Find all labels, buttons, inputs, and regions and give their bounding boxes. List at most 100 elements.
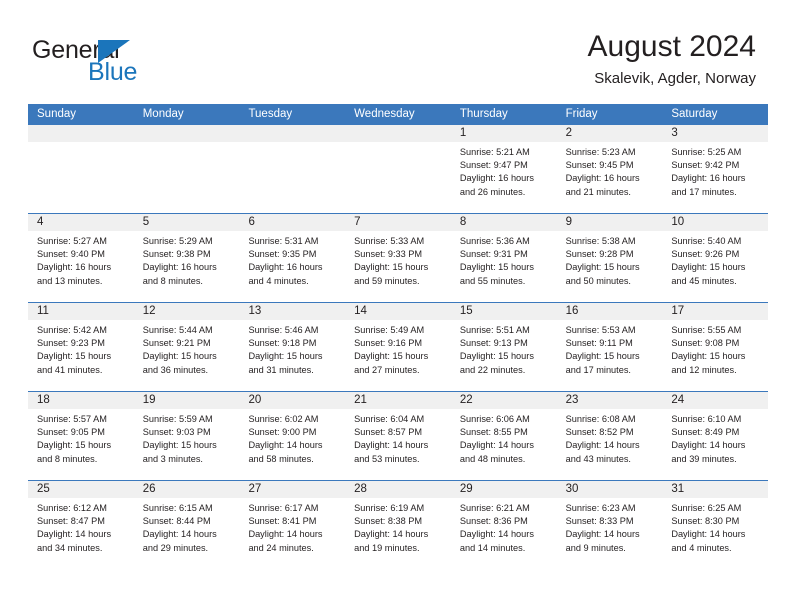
day-detail-line: Daylight: 16 hours (37, 262, 112, 273)
day-number[interactable]: 16 (557, 303, 663, 320)
day-number-band: 123 (28, 125, 768, 142)
day-number[interactable]: 14 (345, 303, 451, 320)
day-detail-line: Sunrise: 6:23 AM (565, 503, 636, 513)
day-cell[interactable]: Sunrise: 6:10 AM Sunset: 8:49 PM Daylight:… (662, 409, 768, 480)
day-number[interactable]: 4 (28, 214, 134, 231)
day-number[interactable]: 1 (451, 125, 557, 142)
day-cell[interactable]: Sunrise: 5:53 AM Sunset: 9:11 PM Daylight:… (557, 320, 663, 391)
day-number[interactable]: 9 (557, 214, 663, 231)
day-detail-line: and 4 minutes. (671, 542, 732, 553)
day-number[interactable]: 11 (28, 303, 134, 320)
day-detail-line: Sunset: 8:55 PM (459, 427, 528, 438)
day-detail-line: and 48 minutes. (459, 453, 526, 464)
day-cell[interactable]: Sunrise: 5:36 AM Sunset: 9:31 PM Daylight:… (451, 231, 557, 302)
day-detail-line: Sunrise: 5:31 AM (248, 236, 319, 246)
day-number[interactable]: 29 (451, 481, 557, 498)
day-detail-line: Sunrise: 5:53 AM (565, 325, 636, 335)
day-cell[interactable]: Sunrise: 5:29 AM Sunset: 9:38 PM Daylight:… (134, 231, 240, 302)
day-number[interactable]: 13 (239, 303, 345, 320)
day-number[interactable]: 15 (451, 303, 557, 320)
day-detail-line: Daylight: 16 hours (142, 262, 217, 273)
day-cell[interactable]: Sunrise: 6:19 AM Sunset: 8:38 PM Daylight:… (345, 498, 451, 569)
day-cell[interactable]: Sunrise: 6:12 AM Sunset: 8:47 PM Daylight:… (28, 498, 134, 569)
day-cell[interactable]: Sunrise: 5:42 AM Sunset: 9:23 PM Daylight:… (28, 320, 134, 391)
day-number[interactable]: 5 (134, 214, 240, 231)
day-number[interactable]: 23 (557, 392, 663, 409)
day-number[interactable]: 26 (134, 481, 240, 498)
day-cell[interactable]: Sunrise: 5:44 AM Sunset: 9:21 PM Daylight:… (134, 320, 240, 391)
day-detail-line: Sunrise: 5:25 AM (671, 147, 742, 157)
day-number[interactable]: 10 (662, 214, 768, 231)
day-number[interactable]: 24 (662, 392, 768, 409)
day-number[interactable]: 22 (451, 392, 557, 409)
weekday-header-cell: Wednesday (354, 108, 415, 120)
general-blue-logo[interactable]: General Blue (32, 36, 182, 88)
day-number[interactable]: 20 (239, 392, 345, 409)
day-number-band: 11 12 13 14 15 16 17 (28, 303, 768, 320)
day-detail-line: Sunrise: 5:57 AM (37, 414, 107, 424)
day-detail-line: and 27 minutes. (354, 364, 420, 375)
day-number[interactable]: 8 (451, 214, 557, 231)
day-number[interactable]: 21 (345, 392, 451, 409)
day-cell[interactable]: Sunrise: 6:21 AM Sunset: 8:36 PM Daylight:… (451, 498, 557, 569)
day-detail-line: Daylight: 14 hours (671, 440, 746, 451)
day-number[interactable]: 19 (134, 392, 240, 409)
day-detail-line: Sunset: 9:21 PM (142, 338, 211, 349)
day-number-band: 25 26 27 28 29 30 31 (28, 481, 768, 498)
day-cell[interactable]: Sunrise: 5:57 AM Sunset: 9:05 PM Daylight:… (28, 409, 134, 480)
day-cell[interactable]: Sunrise: 5:38 AM Sunset: 9:28 PM Daylight:… (557, 231, 663, 302)
day-detail-line: Sunrise: 5:59 AM (142, 414, 213, 424)
day-cell[interactable]: Sunrise: 5:31 AM Sunset: 9:35 PM Daylight:… (239, 231, 345, 302)
day-detail-line: Sunset: 9:11 PM (565, 338, 633, 349)
day-cell[interactable]: Sunrise: 6:17 AM Sunset: 8:41 PM Daylight:… (239, 498, 345, 569)
day-number[interactable]: 3 (662, 125, 768, 142)
day-detail-line: Sunrise: 5:40 AM (671, 236, 742, 246)
weekday-header-cell: Sunday (37, 108, 77, 120)
day-cell[interactable]: Sunrise: 6:06 AM Sunset: 8:55 PM Daylight:… (451, 409, 557, 480)
day-detail-line: Sunrise: 6:25 AM (671, 503, 742, 513)
day-detail-line: Daylight: 15 hours (671, 351, 746, 362)
title-block: August 2024 Skalevik, Agder, Norway (588, 28, 756, 90)
day-number[interactable]: 2 (557, 125, 663, 142)
day-detail-line: Daylight: 14 hours (142, 529, 217, 540)
day-number[interactable]: 7 (345, 214, 451, 231)
day-detail-line: Daylight: 15 hours (459, 351, 534, 362)
day-detail-line: Sunrise: 6:08 AM (565, 414, 636, 424)
day-cell[interactable]: Sunrise: 6:25 AM Sunset: 8:30 PM Daylight:… (662, 498, 768, 569)
day-detail-line: and 4 minutes. (248, 275, 309, 286)
calendar-grid: Sunday Monday Tuesday Wednesday Thursday Frid… (28, 104, 768, 569)
day-detail-line: Sunrise: 5:36 AM (459, 236, 530, 246)
day-cell[interactable]: Sunrise: 5:25 AM Sunset: 9:42 PM Daylight:… (662, 142, 768, 213)
day-cell[interactable]: Sunrise: 6:23 AM Sunset: 8:33 PM Daylight:… (557, 498, 663, 569)
day-number[interactable]: 12 (134, 303, 240, 320)
day-number[interactable]: 25 (28, 481, 134, 498)
day-cell[interactable]: Sunrise: 5:23 AM Sunset: 9:45 PM Daylight:… (557, 142, 663, 213)
calendar-week-row: 4 5 6 7 8 9 10 Sunrise: 5:27 AM Sunset: 9:40 PM D… (28, 213, 768, 302)
day-cell[interactable]: Sunrise: 5:40 AM Sunset: 9:26 PM Daylight:… (662, 231, 768, 302)
day-detail-line: and 19 minutes. (354, 542, 420, 553)
day-cell[interactable]: Sunrise: 5:21 AM Sunset: 9:47 PM Daylight:… (451, 142, 557, 213)
day-cell[interactable]: Sunrise: 5:59 AM Sunset: 9:03 PM Daylight:… (134, 409, 240, 480)
day-cell[interactable]: Sunrise: 5:33 AM Sunset: 9:33 PM Daylight:… (345, 231, 451, 302)
day-cell[interactable]: Sunrise: 6:04 AM Sunset: 8:57 PM Daylight:… (345, 409, 451, 480)
day-cell[interactable]: Sunrise: 5:51 AM Sunset: 9:13 PM Daylight:… (451, 320, 557, 391)
day-cell[interactable]: Sunrise: 6:08 AM Sunset: 8:52 PM Daylight:… (557, 409, 663, 480)
day-cell[interactable]: Sunrise: 5:55 AM Sunset: 9:08 PM Daylight:… (662, 320, 768, 391)
day-detail-line: and 59 minutes. (354, 275, 420, 286)
day-cell[interactable]: Sunrise: 5:46 AM Sunset: 9:18 PM Daylight:… (239, 320, 345, 391)
day-cell[interactable]: Sunrise: 5:49 AM Sunset: 9:16 PM Daylight:… (345, 320, 451, 391)
day-number[interactable]: 31 (662, 481, 768, 498)
day-number[interactable]: 30 (557, 481, 663, 498)
day-detail-line: and 58 minutes. (248, 453, 314, 464)
weekday-header-cell: Friday (565, 108, 598, 120)
day-number[interactable]: 6 (239, 214, 345, 231)
day-cell[interactable]: Sunrise: 6:02 AM Sunset: 9:00 PM Daylight:… (239, 409, 345, 480)
day-number[interactable]: 18 (28, 392, 134, 409)
day-number[interactable]: 28 (345, 481, 451, 498)
day-detail-line: Sunrise: 5:51 AM (459, 325, 530, 335)
day-detail-line: Daylight: 14 hours (37, 529, 112, 540)
day-cell[interactable]: Sunrise: 5:27 AM Sunset: 9:40 PM Daylight:… (28, 231, 134, 302)
day-number[interactable]: 27 (239, 481, 345, 498)
day-cell[interactable]: Sunrise: 6:15 AM Sunset: 8:44 PM Daylight:… (134, 498, 240, 569)
day-number[interactable]: 17 (662, 303, 768, 320)
